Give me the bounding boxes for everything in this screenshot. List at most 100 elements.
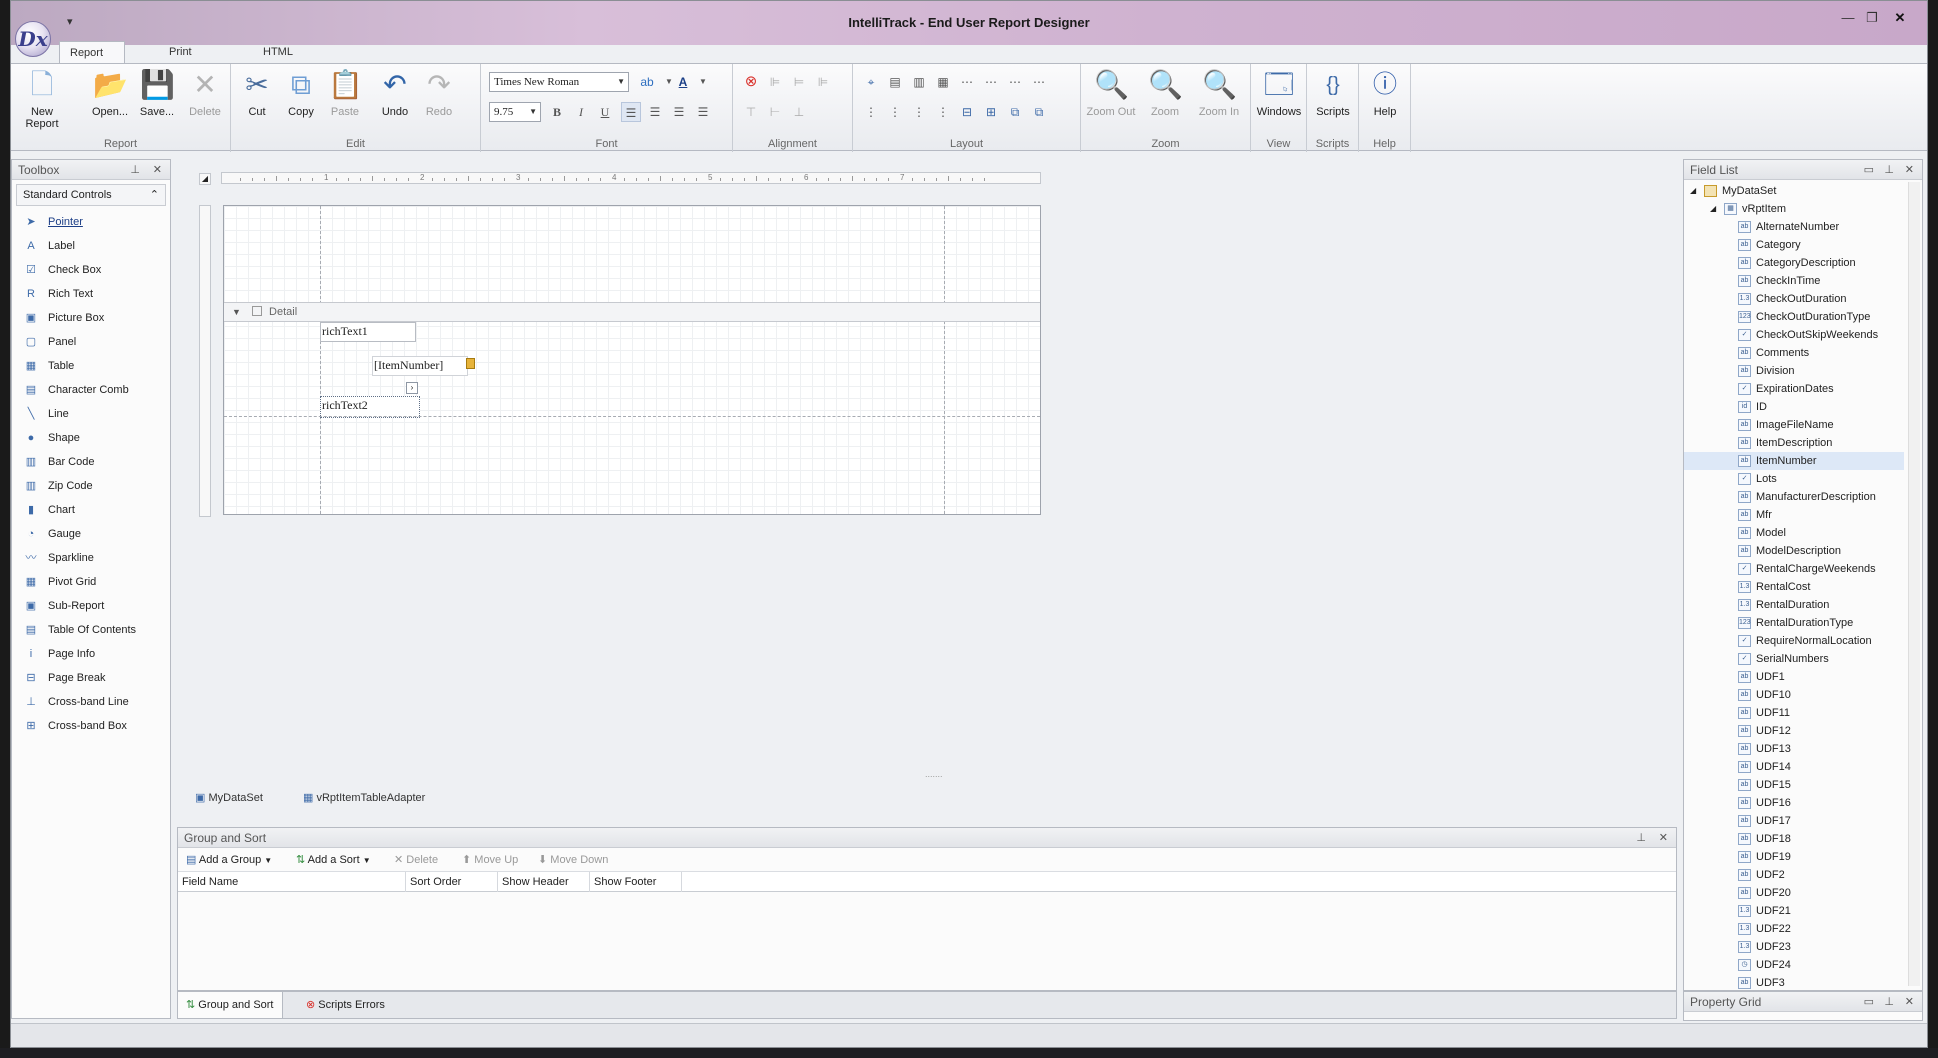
vspace-increase-icon[interactable]: ⋮ [885,102,905,122]
report-page[interactable]: ▼ Detail richText1 [ItemNumber] › richTe… [223,205,1041,515]
field-serialnumbers[interactable]: ✓ SerialNumbers [1684,650,1922,668]
field-itemnumber[interactable]: ab ItemNumber [1684,452,1904,470]
field-udf1[interactable]: ab UDF1 [1684,668,1922,686]
field-division[interactable]: ab Division [1684,362,1922,380]
field-manufacturerdescription[interactable]: ab ManufacturerDescription [1684,488,1922,506]
smart-tag-icon[interactable] [466,358,475,369]
paste-button[interactable]: 📋 Paste [325,68,365,118]
justify-button[interactable]: ☰ [693,102,713,122]
italic-button[interactable]: I [571,102,591,122]
field-rentalcost[interactable]: 1.3 RentalCost [1684,578,1922,596]
vspace-decrease-icon[interactable]: ⋮ [909,102,929,122]
field-itemdescription[interactable]: ab ItemDescription [1684,434,1922,452]
align-bottoms-icon[interactable]: ⊥ [789,102,809,122]
toolbox-item-line[interactable]: ╲ Line [12,402,170,426]
close-icon[interactable]: ✕ [153,160,162,180]
field-checkintime[interactable]: ab CheckInTime [1684,272,1922,290]
col-show-header[interactable]: Show Header [498,872,590,892]
field-udf21[interactable]: 1.3 UDF21 [1684,902,1922,920]
tab-group-and-sort[interactable]: ⇅ Group and Sort [178,992,283,1018]
tree-root[interactable]: ◢ MyDataSet [1684,182,1922,200]
field-requirenormallocation[interactable]: ✓ RequireNormalLocation [1684,632,1922,650]
close-icon[interactable]: ✕ [1659,828,1668,848]
toolbox-item-table[interactable]: ▦ Table [12,354,170,378]
toolbox-item-shape[interactable]: ● Shape [12,426,170,450]
vertical-scrollbar[interactable] [1908,182,1920,986]
pin-icon[interactable]: ⊥ [1884,992,1894,1012]
undo-button[interactable]: ↶ Undo [375,68,415,118]
field-udf22[interactable]: 1.3 UDF22 [1684,920,1922,938]
field-udf24[interactable]: ◷ UDF24 [1684,956,1922,974]
font-color-button[interactable]: A [673,72,693,92]
minimize-button[interactable]: — [1837,9,1859,27]
toolbox-category[interactable]: Standard Controls ⌃ [16,184,166,206]
field-expirationdates[interactable]: ✓ ExpirationDates [1684,380,1922,398]
tab-print-preview[interactable]: Print Preview [159,41,218,80]
toolbox-item-sub-report[interactable]: ▣ Sub-Report [12,594,170,618]
field-udf3[interactable]: ab UDF3 [1684,974,1922,992]
zoom-button[interactable]: 🔍 Zoom [1139,68,1191,118]
center-horizontally-icon[interactable]: ⊟ [957,102,977,122]
field-udf10[interactable]: ab UDF10 [1684,686,1922,704]
pin-icon[interactable]: ⊥ [1636,828,1646,848]
app-logo[interactable]: Dx [15,21,51,57]
center-vertically-icon[interactable]: ⊞ [981,102,1001,122]
pin-icon[interactable]: ⊥ [1884,160,1894,180]
field-udf16[interactable]: ab UDF16 [1684,794,1922,812]
toolbox-item-cross-band-box[interactable]: ⊞ Cross-band Box [12,714,170,738]
toolbox-item-cross-band-line[interactable]: ⊥ Cross-band Line [12,690,170,714]
expand-icon[interactable]: ◢ [1710,200,1716,218]
align-middles-icon[interactable]: ⊢ [765,102,785,122]
toolbox-item-picture-box[interactable]: ▣ Picture Box [12,306,170,330]
field-udf17[interactable]: ab UDF17 [1684,812,1922,830]
open-button[interactable]: 📂 Open... [87,68,133,118]
move-down-button[interactable]: ⬇ Move Down [538,848,608,872]
vspace-equal-icon[interactable]: ⋮ [861,102,881,122]
col-show-footer[interactable]: Show Footer [590,872,682,892]
redo-button[interactable]: ↷ Redo [419,68,459,118]
help-button[interactable]: ⓘ Help [1363,68,1407,118]
toolbox-item-label[interactable]: A Label [12,234,170,258]
toolbox-item-page-info[interactable]: i Page Info [12,642,170,666]
toolbox-item-bar-code[interactable]: ▥ Bar Code [12,450,170,474]
field-checkoutduration[interactable]: 1.3 CheckOutDuration [1684,290,1922,308]
item-number-label[interactable]: [ItemNumber] [372,356,475,376]
close-button[interactable]: ✕ [1887,9,1913,27]
expand-icon[interactable]: ◢ [1690,182,1696,200]
delete-button[interactable]: ✕ Delete [183,68,227,118]
toolbox-item-panel[interactable]: ▢ Panel [12,330,170,354]
hspace-remove-icon[interactable]: ⋯ [1029,72,1049,92]
maximize-icon[interactable]: ▭ [1864,992,1874,1012]
toolbox-item-check-box[interactable]: ☑ Check Box [12,258,170,282]
detail-band-header[interactable]: ▼ Detail [224,302,1040,322]
toolbox-item-chart[interactable]: ▮ Chart [12,498,170,522]
field-udf15[interactable]: ab UDF15 [1684,776,1922,794]
tab-report-designer[interactable]: Report Designer [59,41,126,81]
highlight-color-button[interactable]: ab [637,72,657,92]
gs-delete-button[interactable]: ✕ Delete [394,848,438,872]
windows-button[interactable]: 🗔 Windows [1255,68,1303,118]
field-checkoutskipweekends[interactable]: ✓ CheckOutSkipWeekends [1684,326,1922,344]
align-to-grid-icon[interactable]: ⌖ [861,72,881,92]
field-modeldescription[interactable]: ab ModelDescription [1684,542,1922,560]
col-sort-order[interactable]: Sort Order [406,872,498,892]
font-size-combo[interactable]: 9.75 ▼ [489,102,541,122]
field-mfr[interactable]: ab Mfr [1684,506,1922,524]
close-icon[interactable]: ✕ [1905,160,1914,180]
align-tops-icon[interactable]: ⊤ [741,102,761,122]
toolbox-item-pointer[interactable]: ➤ Pointer [12,210,170,234]
toolbox-item-character-comb[interactable]: ▤ Character Comb [12,378,170,402]
make-same-width-icon[interactable]: ▥ [909,72,929,92]
splitter-grip[interactable]: ....... [925,769,943,779]
size-to-grid-icon[interactable]: ▤ [885,72,905,92]
font-name-combo[interactable]: Times New Roman ▼ [489,72,629,92]
field-udf23[interactable]: 1.3 UDF23 [1684,938,1922,956]
field-udf12[interactable]: ab UDF12 [1684,722,1922,740]
field-checkoutdurationtype[interactable]: 123 CheckOutDurationType [1684,308,1922,326]
field-rentaldurationtype[interactable]: 123 RentalDurationType [1684,614,1922,632]
tab-scripts-errors[interactable]: ⊗ Scripts Errors [298,992,393,1018]
field-rentalchargeweekends[interactable]: ✓ RentalChargeWeekends [1684,560,1922,578]
field-udf20[interactable]: ab UDF20 [1684,884,1922,902]
toolbox-item-sparkline[interactable]: 〰 Sparkline [12,546,170,570]
zoom-in-button[interactable]: 🔍 Zoom In [1193,68,1245,118]
